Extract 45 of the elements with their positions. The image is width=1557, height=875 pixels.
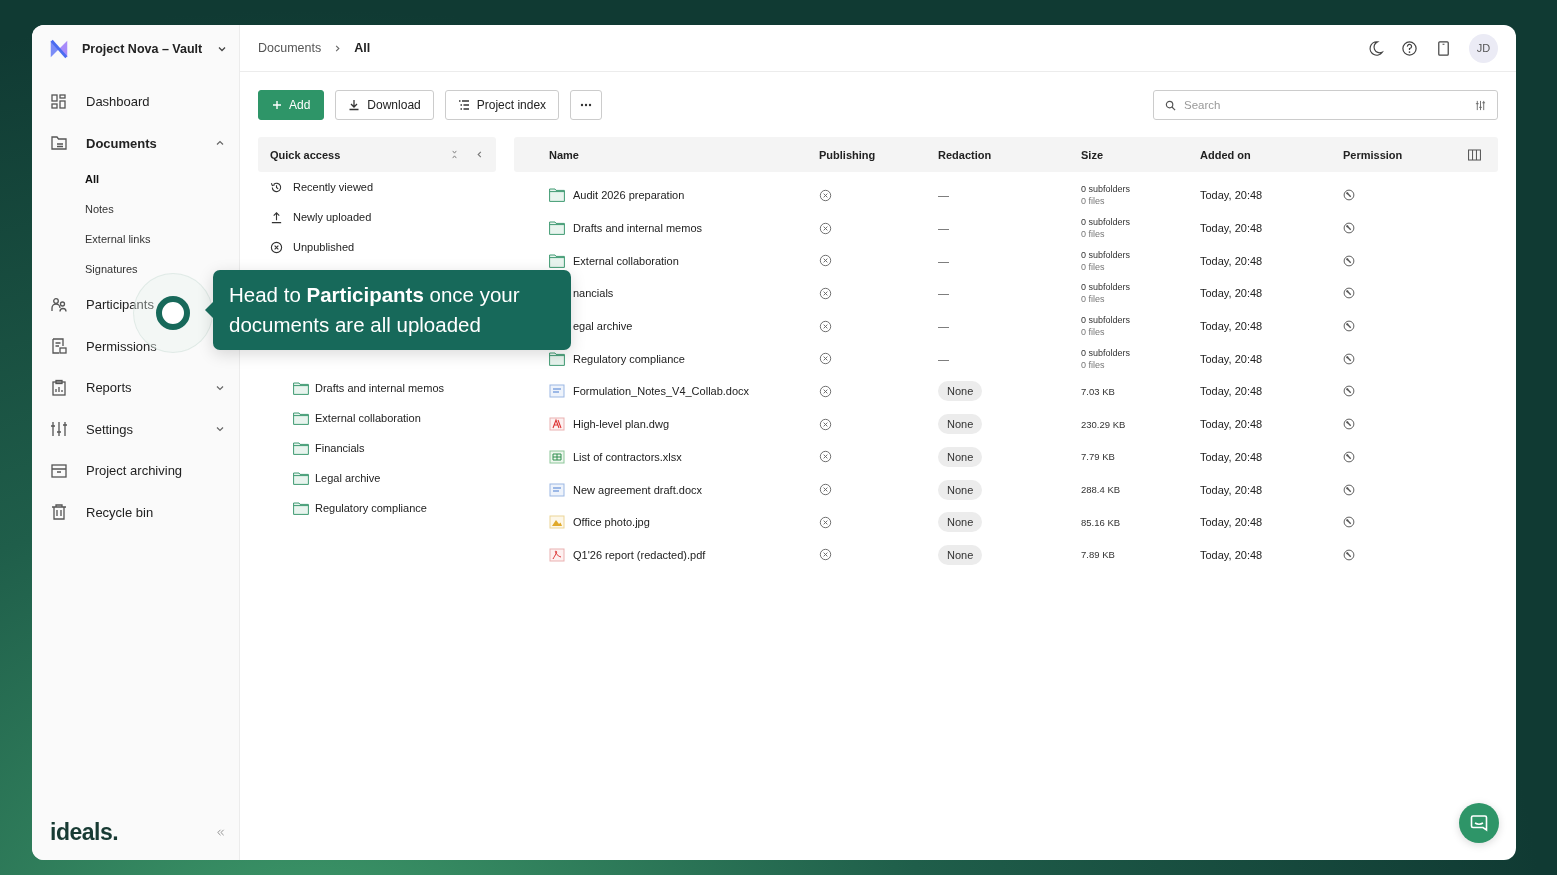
date-cell-text: Today, 20:48 [1200, 516, 1264, 529]
redaction-tag: None [938, 381, 983, 402]
size-text: 7.89 KB [1081, 549, 1115, 561]
redaction-tag: None [938, 446, 983, 467]
tooltip-text: Head to Participants once your documents are all uploaded [229, 282, 521, 338]
date-cell-text: Today, 20:48 [1200, 222, 1264, 235]
size-text: 0 subfolders [1081, 281, 1131, 294]
size-text: 288.4 KB [1081, 484, 1121, 496]
date-cell-text: Today, 20:48 [1200, 320, 1264, 333]
size-text: 7.03 KB [1081, 385, 1115, 397]
size-text: 0 files [1081, 260, 1105, 273]
panel-title: Quick access [270, 148, 342, 161]
redaction-tag: None [938, 512, 983, 533]
date-cell-text: Today, 20:48 [1200, 189, 1264, 202]
size-text: 0 subfolders [1081, 314, 1131, 327]
size-text: 0 files [1081, 228, 1105, 241]
size-text: 0 subfolders [1081, 248, 1131, 261]
redaction-value: — [938, 320, 949, 333]
redaction-value: — [938, 352, 949, 365]
redaction-value: — [938, 254, 949, 267]
redaction-value: — [938, 189, 949, 202]
redaction-value: — [938, 287, 949, 300]
size-text: 0 subfolders [1081, 183, 1131, 196]
redaction-value: — [938, 222, 949, 235]
size-text: 0 files [1081, 293, 1105, 306]
date-cell-text: Today, 20:48 [1200, 352, 1264, 365]
size-text: 0 files [1081, 326, 1105, 339]
date-cell-text: Today, 20:48 [1200, 548, 1264, 561]
size-text: 7.79 KB [1081, 451, 1115, 463]
redaction-tag: None [938, 544, 983, 565]
date-cell-text: Today, 20:48 [1200, 287, 1264, 300]
size-text: 230.29 KB [1081, 418, 1126, 430]
date-cell-text: Today, 20:48 [1200, 385, 1264, 398]
size-text: 0 files [1081, 358, 1105, 371]
size-text: 85.16 KB [1081, 516, 1121, 528]
date-cell-text: Today, 20:48 [1200, 483, 1264, 496]
size-text: 0 subfolders [1081, 346, 1131, 359]
redaction-tag: None [938, 414, 983, 435]
date-cell-text: Today, 20:48 [1200, 418, 1264, 431]
date-cell-text: Today, 20:48 [1200, 450, 1264, 463]
date-cell-text: Today, 20:48 [1200, 254, 1264, 267]
brand-logo: ideals. [50, 819, 119, 846]
redaction-tag: None [938, 479, 983, 500]
size-text: 0 subfolders [1081, 216, 1131, 229]
size-text: 0 files [1081, 195, 1105, 208]
